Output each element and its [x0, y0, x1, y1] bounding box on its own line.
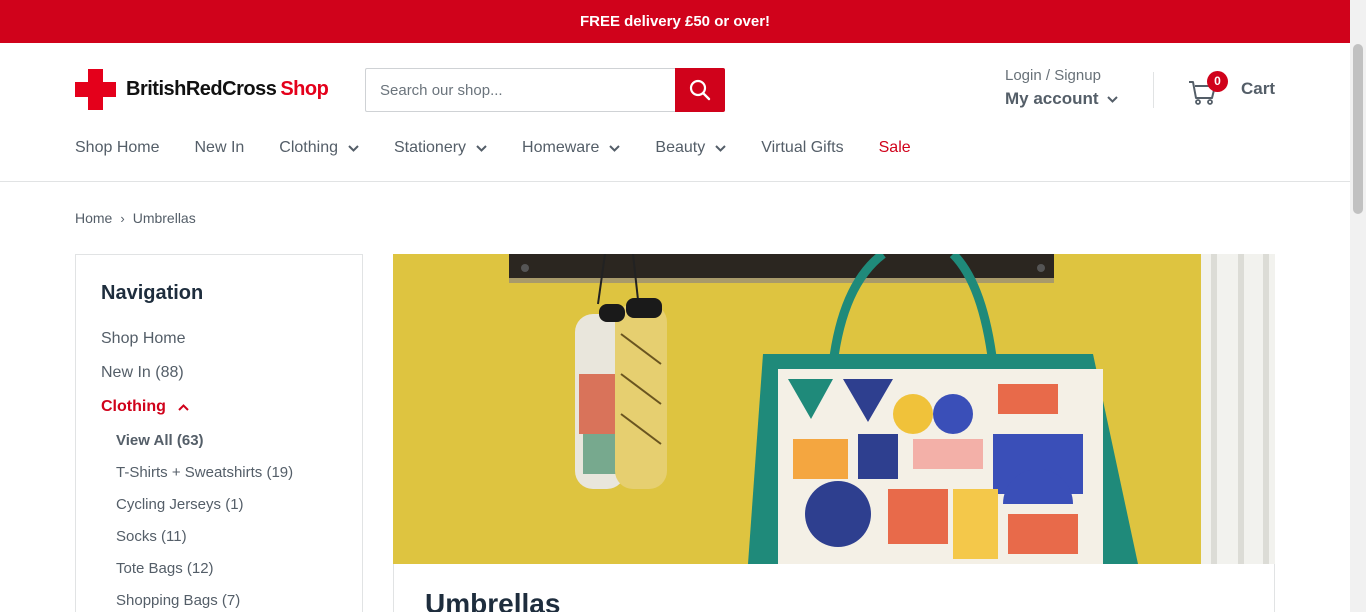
chevron-down-icon	[715, 144, 726, 152]
nav-label: Virtual Gifts	[761, 139, 844, 156]
chevron-down-icon	[609, 144, 621, 152]
nav-label: Sale	[878, 139, 911, 156]
breadcrumb-separator: ›	[120, 210, 125, 226]
nav-label: Beauty	[655, 139, 706, 156]
search-icon	[689, 79, 711, 101]
sidebar-sub-socks[interactable]: Socks (11)	[116, 528, 187, 545]
nav-item-new-in[interactable]: New In	[195, 139, 245, 157]
search-form	[365, 68, 725, 112]
sidebar-sub-tote-bags[interactable]: Tote Bags (12)	[116, 560, 214, 577]
red-cross-icon	[75, 69, 116, 110]
sidebar-navigation: Navigation Shop Home New In (88) Clothin…	[75, 254, 363, 612]
my-account-label: My account	[1005, 89, 1099, 108]
collection-banner-image	[393, 254, 1275, 564]
page-scrollbar[interactable]	[1350, 0, 1366, 612]
brand-name: BritishRedCross Shop	[126, 78, 329, 101]
account-menu[interactable]: Login / Signup My account	[1005, 67, 1118, 109]
nav-item-beauty[interactable]: Beauty	[655, 139, 726, 157]
nav-item-stationery[interactable]: Stationery	[394, 139, 487, 157]
nav-label: Shop Home	[75, 139, 160, 156]
nav-label: New In	[194, 139, 245, 156]
sidebar-item-new-in[interactable]: New In (88)	[101, 364, 184, 382]
breadcrumb-current: Umbrellas	[132, 210, 196, 226]
my-account-toggle[interactable]: My account	[1005, 89, 1118, 109]
nav-item-sale[interactable]: Sale	[879, 139, 911, 157]
banner-illustration	[393, 254, 1275, 564]
cart-link[interactable]: 0 Cart	[1188, 71, 1276, 105]
nav-label: Clothing	[279, 139, 338, 156]
nav-item-shop-home[interactable]: Shop Home	[75, 139, 160, 157]
sidebar-item-label: Clothing	[101, 398, 166, 415]
search-button[interactable]	[675, 68, 725, 112]
nav-label: Stationery	[394, 139, 467, 156]
announcement-bar: FREE delivery £50 or over!	[0, 0, 1350, 43]
chevron-down-icon	[1106, 95, 1118, 103]
login-signup-link[interactable]: Login / Signup	[1005, 67, 1118, 84]
site-header: BritishRedCrossShop Login / Signup My ac…	[0, 43, 1350, 182]
sidebar-title: Navigation	[101, 282, 204, 304]
brand-shop-text: Shop	[280, 78, 329, 100]
cart-count-badge: 0	[1207, 71, 1228, 92]
nav-item-clothing[interactable]: Clothing	[279, 139, 359, 157]
sidebar-sub-cycling-jerseys[interactable]: Cycling Jerseys (1)	[116, 496, 244, 513]
announcement-text: FREE delivery £50 or over!	[579, 13, 771, 30]
main-nav: Shop Home New In Clothing Stationery Hom…	[75, 139, 946, 157]
collection-header-card: Umbrellas	[393, 564, 1275, 612]
chevron-down-icon	[476, 144, 487, 152]
sidebar-sub-tshirts[interactable]: T-Shirts + Sweatshirts (19)	[116, 464, 293, 481]
sidebar-sub-view-all[interactable]: View All (63)	[116, 432, 204, 449]
sidebar-item-shop-home[interactable]: Shop Home	[101, 330, 186, 348]
cart-icon-wrap: 0	[1188, 71, 1228, 105]
breadcrumb-home[interactable]: Home	[75, 210, 112, 226]
sidebar-sub-shopping-bags[interactable]: Shopping Bags (7)	[116, 592, 240, 609]
header-divider	[1153, 72, 1154, 108]
scrollbar-thumb[interactable]	[1353, 44, 1363, 214]
chevron-up-icon	[178, 403, 189, 411]
nav-item-homeware[interactable]: Homeware	[522, 139, 621, 157]
breadcrumb: Home › Umbrellas	[75, 210, 196, 226]
sidebar-item-clothing[interactable]: Clothing	[101, 398, 189, 416]
site-logo[interactable]: BritishRedCross Shop	[75, 69, 329, 110]
search-input[interactable]	[365, 68, 676, 112]
nav-item-virtual-gifts[interactable]: Virtual Gifts	[761, 139, 843, 157]
cart-label: Cart	[1241, 79, 1276, 98]
brand-text: BritishRedCross	[126, 78, 277, 100]
page-title: Umbrellas	[425, 588, 561, 612]
nav-label: Homeware	[522, 139, 600, 156]
chevron-down-icon	[348, 144, 359, 152]
